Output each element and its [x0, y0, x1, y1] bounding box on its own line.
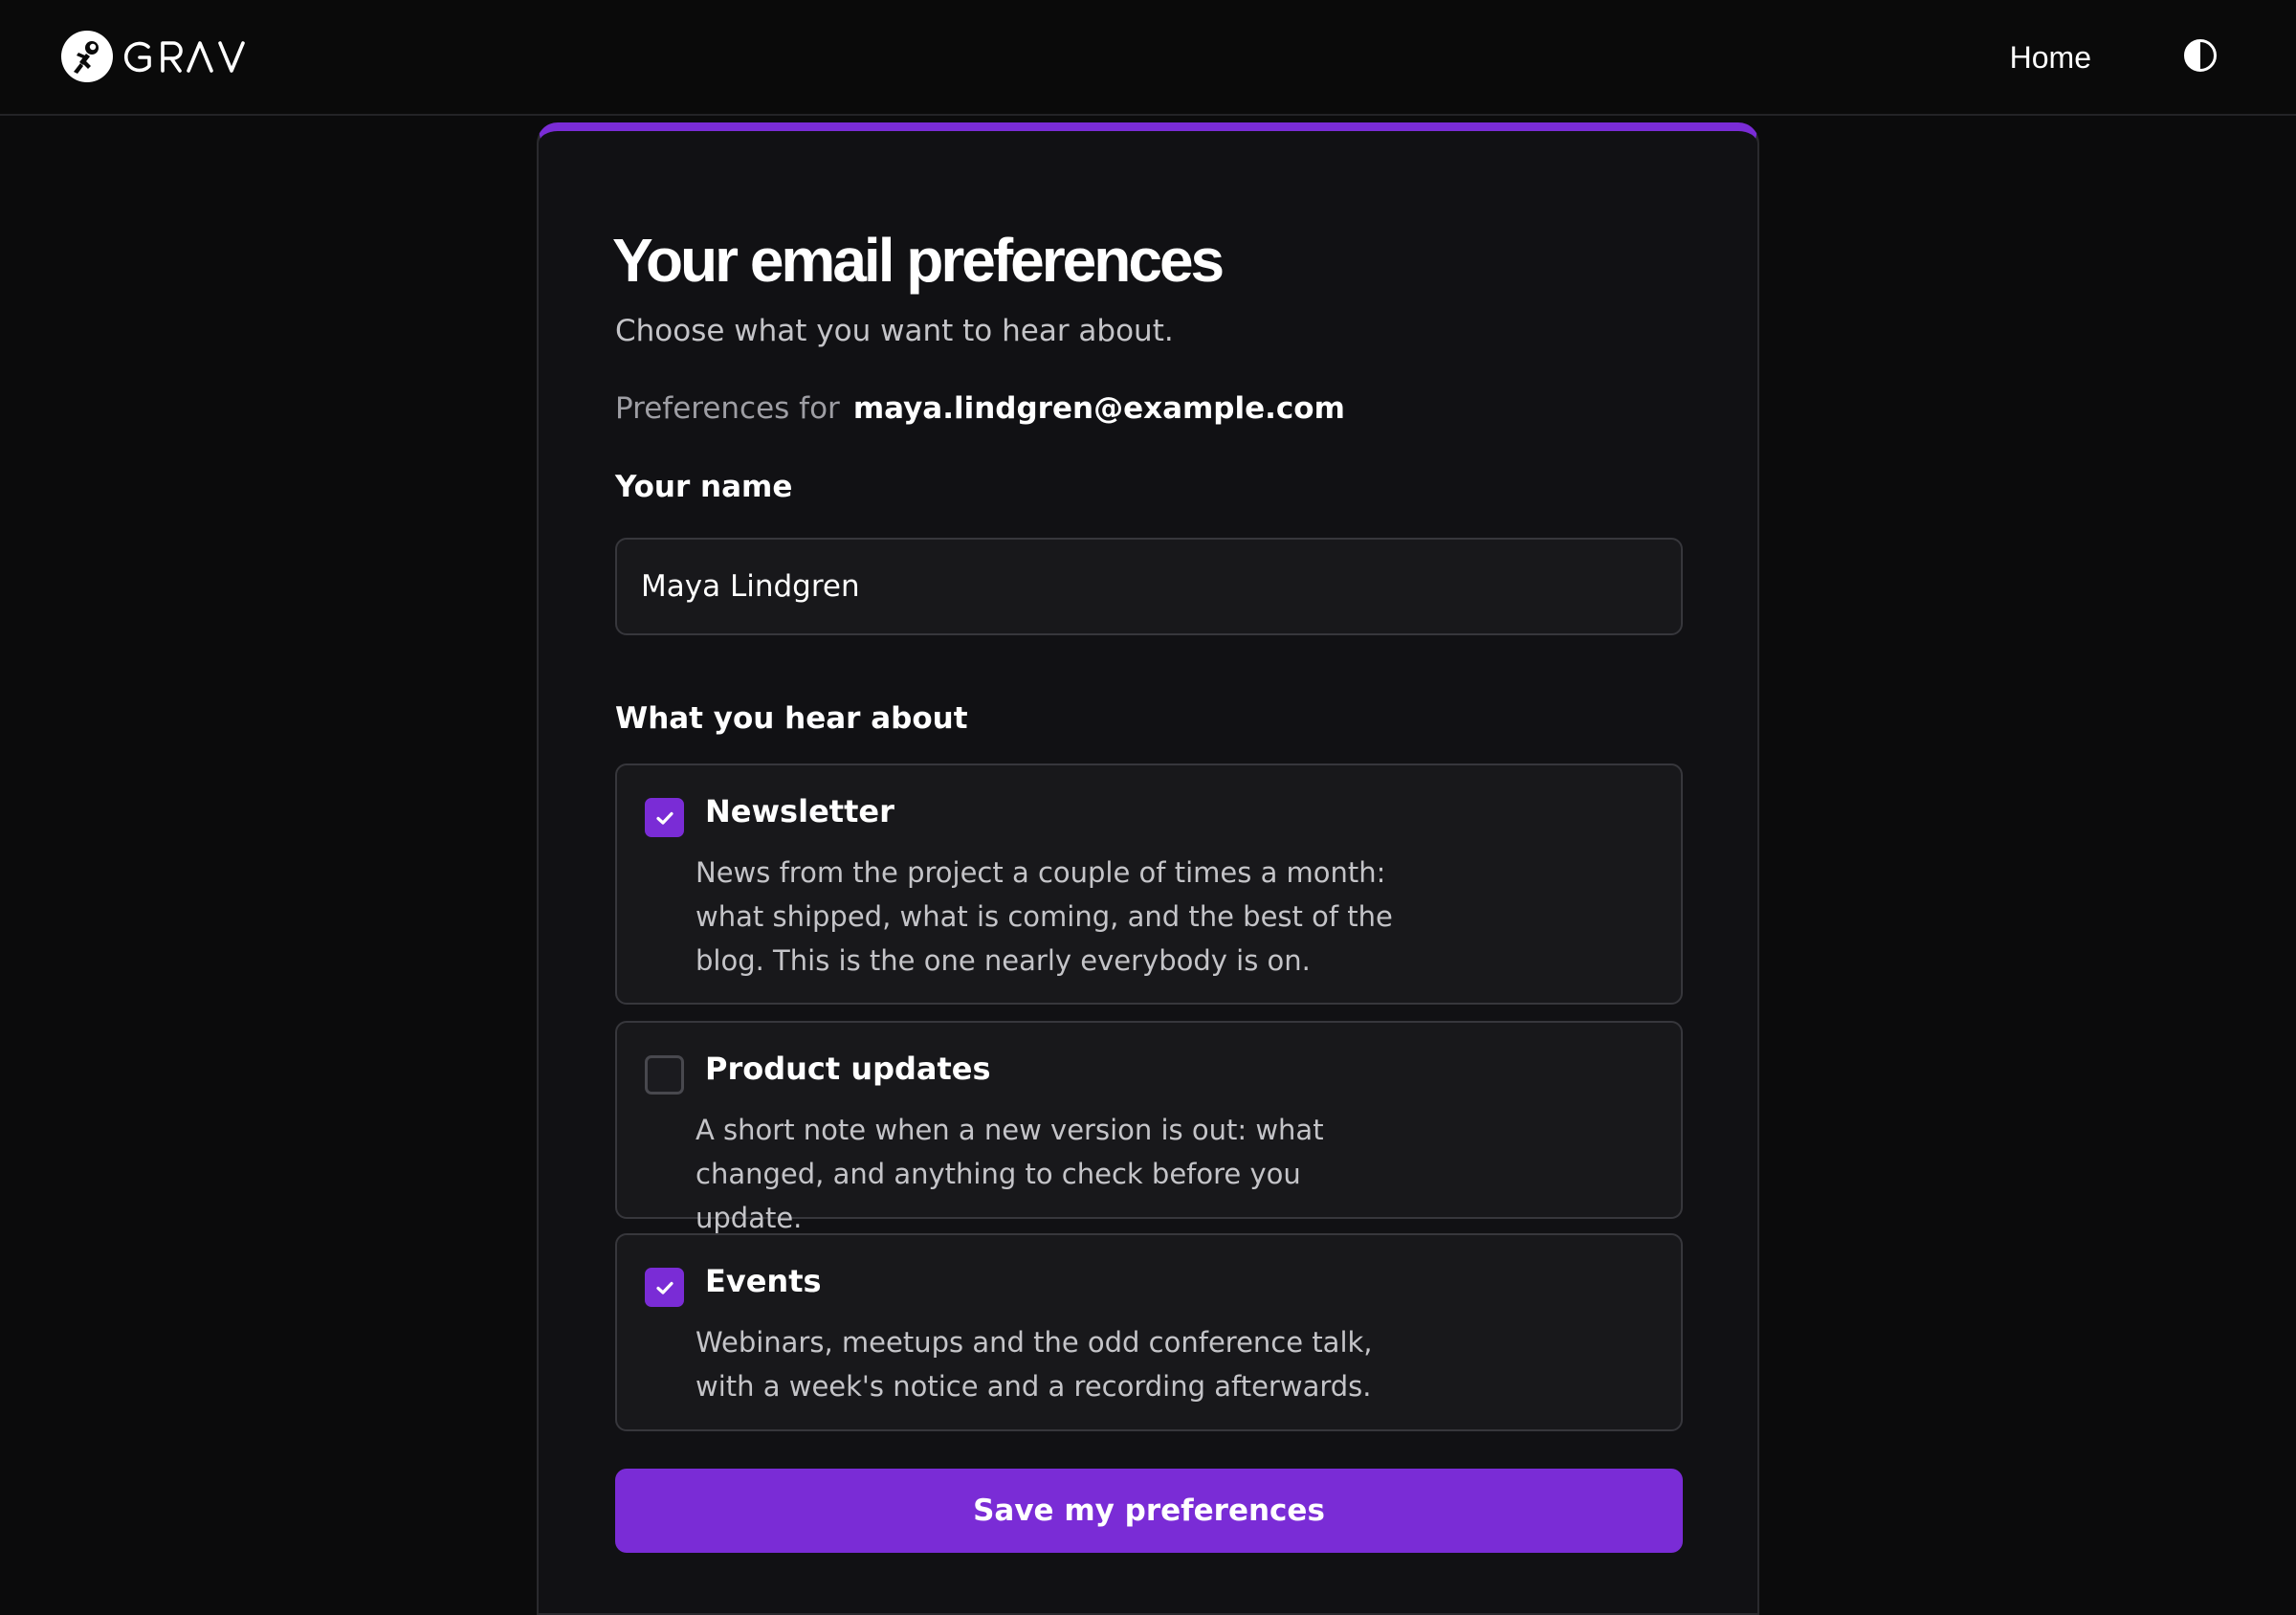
checkmark-icon [655, 1281, 673, 1294]
option-title: Events [705, 1263, 822, 1299]
save-preferences-button[interactable]: Save my preferences [615, 1469, 1683, 1553]
option-newsletter[interactable]: Newsletter News from the project a coupl… [615, 763, 1683, 1005]
option-description: Webinars, meetups and the odd conference… [695, 1326, 1373, 1403]
preferences-card: Your email preferences Choose what you w… [537, 122, 1759, 1615]
preferences-for-label: Preferences for [615, 391, 840, 426]
option-title: Product updates [705, 1051, 991, 1087]
astronaut-logo-icon [61, 31, 113, 82]
contrast-icon [2184, 39, 2217, 72]
name-input[interactable] [615, 538, 1683, 635]
subscriber-email: maya.lindgren@example.com [852, 391, 1345, 426]
events-checkbox[interactable] [645, 1268, 684, 1307]
topics-section-label: What you hear about [615, 701, 968, 736]
newsletter-checkbox[interactable] [645, 798, 684, 837]
product-updates-checkbox[interactable] [645, 1055, 684, 1095]
option-events[interactable]: Events Webinars, meetups and the odd con… [615, 1233, 1683, 1431]
page-title: Your email preferences [612, 226, 1225, 295]
grav-logo[interactable] [60, 30, 254, 83]
page-subtitle: Choose what you want to hear about. [615, 314, 1174, 348]
option-description: News from the project a couple of times … [695, 856, 1393, 977]
grav-wordmark [123, 41, 245, 73]
option-title: Newsletter [705, 793, 894, 830]
theme-toggle-button[interactable] [2183, 38, 2218, 73]
preferences-for-line: Preferences for maya.lindgren@example.com [615, 389, 1345, 428]
nav-home-link[interactable]: Home [2010, 36, 2091, 78]
checkmark-icon [655, 811, 673, 825]
option-description: A short note when a new version is out: … [695, 1114, 1324, 1234]
name-field-label: Your name [615, 470, 793, 504]
top-nav-bar: Home [0, 0, 2296, 116]
option-product-updates[interactable]: Product updates A short note when a new … [615, 1021, 1683, 1234]
